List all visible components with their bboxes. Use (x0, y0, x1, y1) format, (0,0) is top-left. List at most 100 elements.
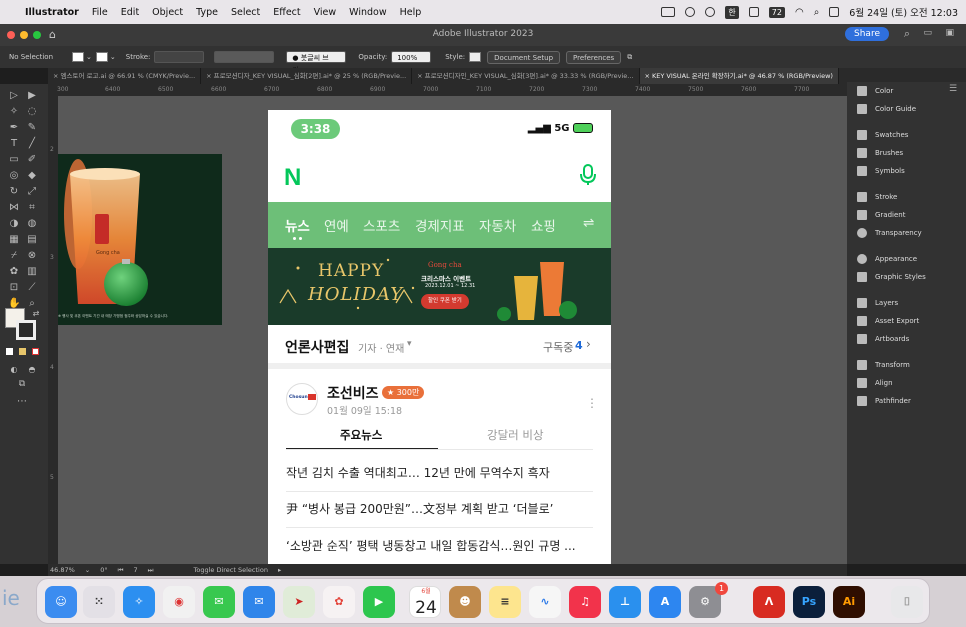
launchpad-icon[interactable]: ⁙ (83, 586, 115, 618)
outlet-name[interactable]: 조선비즈 (327, 383, 379, 403)
opacity-field[interactable]: 100% (391, 51, 432, 63)
stroke-swatch[interactable] (95, 52, 108, 62)
rectangle-tool-icon[interactable]: ▭ (8, 154, 20, 166)
tab-doc-3[interactable]: × 프로모션디자인_KEY VISUAL_심화[3편].ai* @ 33.33 … (412, 68, 640, 84)
fill-swatch[interactable] (72, 52, 84, 62)
acrobat-icon[interactable]: ꓥ (753, 586, 785, 618)
chevron-right-icon[interactable]: › (586, 337, 591, 351)
panel-symbols[interactable]: Symbols (857, 165, 905, 177)
panel-stroke[interactable]: Stroke (857, 191, 897, 203)
draw-mode-icon[interactable]: ◐ (8, 364, 20, 376)
arrange-documents-icon[interactable]: ▣ (945, 28, 954, 38)
music-icon[interactable]: ♫ (569, 586, 601, 618)
menu-window[interactable]: Window (349, 7, 386, 18)
nav-edit-icon[interactable]: ⇌ (583, 215, 594, 231)
shape-builder-tool-icon[interactable]: ◑ (8, 218, 20, 230)
panel-brushes[interactable]: Brushes (857, 147, 903, 159)
artboard-number[interactable]: 7 (134, 566, 138, 574)
document-setup-button[interactable]: Document Setup (487, 50, 561, 64)
menu-edit[interactable]: Edit (121, 7, 139, 18)
live-paint-tool-icon[interactable]: ◍ (26, 218, 38, 230)
edit-toolbar-icon[interactable]: ⋯ (16, 396, 28, 408)
panel-appearance[interactable]: Appearance (857, 253, 917, 265)
control-center-icon[interactable] (829, 7, 840, 17)
panel-align[interactable]: Align (857, 377, 893, 389)
photos-icon[interactable]: ✿ (323, 586, 355, 618)
zoom-level[interactable]: 46.87% (50, 566, 75, 574)
nav-entertainment[interactable]: 연예 (324, 215, 349, 235)
play-icon[interactable] (705, 7, 716, 17)
eyedropper-tool-icon[interactable]: ⌿ (8, 250, 20, 262)
safari-icon[interactable]: ✧ (123, 586, 155, 618)
swap-colors-icon[interactable]: ⇄ (30, 308, 42, 320)
gradient-mode-icon[interactable] (19, 348, 26, 355)
arrange-icon[interactable]: ⧉ (627, 53, 632, 62)
maps-icon[interactable]: ➤ (283, 586, 315, 618)
naver-logo[interactable]: N (284, 164, 301, 192)
symbol-sprayer-tool-icon[interactable]: ✿ (8, 266, 20, 278)
artwork-poster[interactable]: Gong cha ※ 행사 및 쿠폰 이벤트 기간 내 매장 가맹점 점주와 상… (58, 154, 222, 325)
rotate-tool-icon[interactable]: ↻ (8, 186, 20, 198)
menu-file[interactable]: File (92, 7, 108, 18)
draw-inside-icon[interactable]: ◓ (26, 364, 38, 376)
width-tool-icon[interactable]: ⋈ (8, 202, 20, 214)
fill-dropdown-icon[interactable]: ⌄ (86, 53, 92, 61)
headline-3[interactable]: ‘소방관 순직’ 평택 냉동창고 내일 합동감식…원인 규명 ... (286, 537, 593, 554)
slice-tool-icon[interactable]: ⟋ (26, 282, 38, 294)
panel-layers[interactable]: Layers (857, 297, 898, 309)
tab-top-news[interactable]: 주요뉴스 (340, 427, 382, 443)
none-mode-icon[interactable] (32, 348, 39, 355)
variable-width-profile[interactable] (214, 51, 275, 63)
outlet-logo[interactable]: Chosun (286, 383, 318, 415)
battery-badge[interactable]: 72 (768, 6, 785, 18)
paintbrush-tool-icon[interactable]: ✐ (26, 154, 38, 166)
menubar-datetime[interactable]: 6월 24일 (토) 오전 12:03 (849, 5, 958, 19)
filter-dropdown-icon[interactable]: ▾ (407, 339, 412, 349)
menu-type[interactable]: Type (196, 7, 218, 18)
headline-2[interactable]: 尹 “병사 봉급 200만원”…文정부 계획 받고 ‘더블로’ (286, 500, 593, 517)
magic-wand-tool-icon[interactable]: ✧ (8, 106, 20, 118)
pen-tool-icon[interactable]: ✒ (8, 122, 20, 134)
finder-icon[interactable]: ☺ (45, 586, 77, 618)
menu-select[interactable]: Select (231, 7, 260, 18)
stroke-weight-field[interactable] (154, 51, 205, 63)
contacts-icon[interactable]: ☻ (449, 586, 481, 618)
facetime-icon[interactable]: ▶ (363, 586, 395, 618)
gradient-tool-icon[interactable]: ▤ (26, 234, 38, 246)
nav-news[interactable]: 뉴스 (285, 215, 310, 235)
status-arrow-icon[interactable]: ▸ (278, 566, 281, 574)
phone-mockup-artboard[interactable]: 3:38 ▂▄▆ 5G N 뉴스 연예 스포츠 경제지표 자동차 쇼핑 ⇌ HA… (268, 110, 611, 564)
calendar-icon[interactable]: 6월 24 (409, 586, 441, 618)
subscribe-count[interactable]: 4 (575, 339, 583, 352)
menu-object[interactable]: Object (152, 7, 183, 18)
freeform-icon[interactable]: ∿ (529, 586, 561, 618)
headline-1[interactable]: 작년 김치 수출 역대최고… 12년 만에 무역수지 흑자 (286, 464, 593, 481)
shaper-tool-icon[interactable]: ◎ (8, 170, 20, 182)
creative-cloud-icon[interactable] (685, 7, 696, 17)
trash-icon[interactable]: ⌷ (891, 586, 923, 618)
preferences-button[interactable]: Preferences (566, 50, 622, 64)
photoshop-icon[interactable]: Ps (793, 586, 825, 618)
wifi-icon[interactable]: ◠ (795, 7, 804, 18)
tab-doc-1[interactable]: × 엠스토어 로고.ai @ 66.91 % (CMYK/Previe... (48, 68, 202, 84)
workspace-icon[interactable]: ▭ (923, 28, 932, 38)
share-button[interactable]: Share (845, 27, 889, 41)
stroke-dropdown-icon[interactable]: ⌄ (110, 53, 116, 61)
direct-selection-tool-icon[interactable]: ▶ (26, 90, 38, 102)
messages-icon[interactable]: ✉ (203, 586, 235, 618)
type-tool-icon[interactable]: T (8, 138, 20, 150)
lasso-tool-icon[interactable]: ◌ (26, 106, 38, 118)
nav-auto[interactable]: 자동차 (479, 215, 516, 235)
app-store-icon[interactable]: A (649, 586, 681, 618)
tab-doc-2[interactable]: × 프로모션디자_KEY VISUAL_심화[2편].ai* @ 25 % (R… (201, 68, 413, 84)
zoom-dropdown-icon[interactable]: ⌄ (85, 566, 90, 574)
spotlight-search-icon[interactable]: ⌕ (814, 7, 820, 18)
panel-color[interactable]: Color (857, 85, 893, 97)
keynote-icon[interactable]: ⊥ (609, 586, 641, 618)
color-mode-icon[interactable] (6, 348, 13, 355)
menu-help[interactable]: Help (400, 7, 422, 18)
panel-artboards[interactable]: Artboards (857, 333, 909, 345)
tab-strong-dollar[interactable]: 강달러 비상 (487, 427, 544, 443)
nav-economy[interactable]: 경제지표 (415, 215, 465, 235)
search-icon[interactable]: ⌕ (904, 27, 910, 41)
